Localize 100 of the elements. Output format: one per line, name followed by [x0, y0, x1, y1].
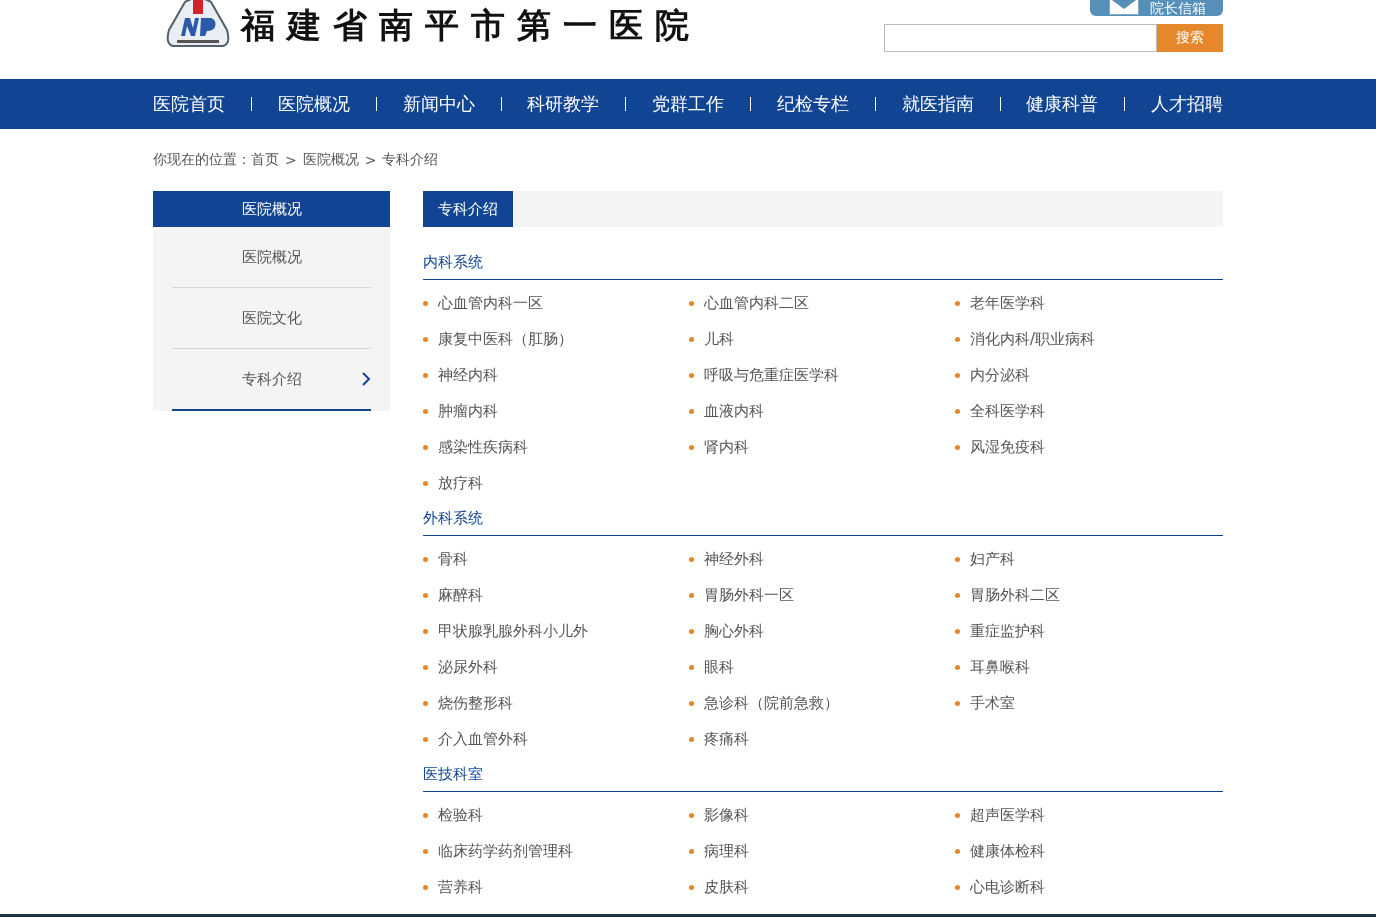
department-link[interactable]: 胃肠外科一区: [689, 577, 955, 613]
bullet-icon: [423, 736, 428, 742]
bullet-icon: [423, 664, 428, 670]
department-link[interactable]: 风湿免疫科: [955, 429, 1221, 465]
department-link[interactable]: 麻醉科: [423, 577, 689, 613]
sidebar-item[interactable]: 医院概况: [172, 227, 371, 288]
department-link[interactable]: 耳鼻喉科: [955, 649, 1221, 685]
breadcrumb-link[interactable]: 首页: [251, 151, 279, 169]
nav-link[interactable]: 新闻中心: [402, 92, 475, 116]
bullet-icon: [689, 336, 694, 342]
nav-link[interactable]: 就医指南: [901, 92, 974, 116]
department-link[interactable]: 血液内科: [689, 393, 955, 429]
department-link[interactable]: 妇产科: [955, 541, 1221, 577]
bullet-icon: [955, 444, 960, 450]
department-link[interactable]: 急诊科（院前急救）: [689, 685, 955, 721]
department-link[interactable]: 健康体检科: [955, 833, 1221, 869]
department-link[interactable]: 儿科: [689, 321, 955, 357]
sidebar-title: 医院概况: [153, 191, 390, 227]
department-link[interactable]: 肿瘤内科: [423, 393, 689, 429]
bullet-icon: [423, 700, 428, 706]
bullet-icon: [689, 556, 694, 562]
bullet-icon: [955, 700, 960, 706]
nav-link[interactable]: 科研教学: [527, 92, 600, 116]
breadcrumb-link[interactable]: 专科介绍: [382, 151, 439, 169]
department-link[interactable]: 影像科: [689, 797, 955, 833]
department-link[interactable]: 感染性疾病科: [423, 429, 689, 465]
bullet-icon: [423, 884, 428, 890]
department-link[interactable]: 胸心外科: [689, 613, 955, 649]
bullet-icon: [423, 592, 428, 598]
bullet-icon: [955, 884, 960, 890]
bullet-icon: [689, 628, 694, 634]
nav-link[interactable]: 医院概况: [277, 92, 350, 116]
department-link[interactable]: 全科医学科: [955, 393, 1221, 429]
department-link[interactable]: 肾内科: [689, 429, 955, 465]
department-link[interactable]: 心血管内科二区: [689, 285, 955, 321]
breadcrumb-link[interactable]: 医院概况: [302, 151, 359, 169]
bullet-icon: [689, 700, 694, 706]
bullet-icon: [955, 592, 960, 598]
department-link[interactable]: 神经内科: [423, 357, 689, 393]
department-link[interactable]: 放疗科: [423, 465, 689, 501]
bullet-icon: [423, 848, 428, 854]
department-link[interactable]: 病理科: [689, 833, 955, 869]
bullet-icon: [423, 480, 428, 486]
department-link[interactable]: 泌尿外科: [423, 649, 689, 685]
bullet-icon: [955, 628, 960, 634]
department-link[interactable]: 心血管内科一区: [423, 285, 689, 321]
bullet-icon: [689, 812, 694, 818]
department-link[interactable]: 疼痛科: [689, 721, 955, 757]
department-link[interactable]: 胃肠外科二区: [955, 577, 1221, 613]
nav-link[interactable]: 健康科普: [1026, 92, 1099, 116]
sidebar-item[interactable]: 专科介绍: [172, 349, 371, 411]
section-title: 内科系统: [423, 227, 1223, 280]
department-link[interactable]: 烧伤整形科: [423, 685, 689, 721]
department-link[interactable]: 神经外科: [689, 541, 955, 577]
nav-link[interactable]: 人才招聘: [1151, 92, 1223, 116]
department-link[interactable]: 介入血管外科: [423, 721, 689, 757]
site-title: 福建省南平市第一医院: [241, 4, 701, 47]
bullet-icon: [423, 300, 428, 306]
department-link[interactable]: 心电诊断科: [955, 869, 1221, 905]
bullet-icon: [689, 592, 694, 598]
bullet-icon: [955, 408, 960, 414]
bullet-icon: [689, 736, 694, 742]
bullet-icon: [689, 884, 694, 890]
department-link[interactable]: 老年医学科: [955, 285, 1221, 321]
bullet-icon: [955, 812, 960, 818]
envelope-icon: [1107, 0, 1140, 16]
department-link[interactable]: 超声医学科: [955, 797, 1221, 833]
department-link[interactable]: 康复中医科（肛肠）: [423, 321, 689, 357]
bullet-icon: [423, 812, 428, 818]
department-link[interactable]: 营养科: [423, 869, 689, 905]
bullet-icon: [689, 300, 694, 306]
content-tab[interactable]: 专科介绍: [423, 191, 513, 227]
bullet-icon: [423, 372, 428, 378]
breadcrumb-separator: >: [364, 152, 377, 168]
department-link[interactable]: 消化内科/职业病科: [955, 321, 1221, 357]
department-link[interactable]: 手术室: [955, 685, 1221, 721]
sidebar-item[interactable]: 医院文化: [172, 288, 371, 349]
bullet-icon: [423, 628, 428, 634]
bullet-icon: [423, 336, 428, 342]
nav-link[interactable]: 党群工作: [652, 92, 724, 116]
bullet-icon: [955, 556, 960, 562]
department-link[interactable]: 检验科: [423, 797, 689, 833]
department-link[interactable]: 临床药学药剂管理科: [423, 833, 689, 869]
department-link[interactable]: 重症监护科: [955, 613, 1221, 649]
bullet-icon: [689, 664, 694, 670]
nav-link[interactable]: 医院首页: [153, 92, 225, 116]
bullet-icon: [689, 372, 694, 378]
department-link[interactable]: 骨科: [423, 541, 689, 577]
department-link[interactable]: 眼科: [689, 649, 955, 685]
department-link[interactable]: 内分泌科: [955, 357, 1221, 393]
section-title: 医技科室: [423, 757, 1223, 792]
bullet-icon: [423, 444, 428, 450]
bullet-icon: [689, 444, 694, 450]
search-field[interactable]: [884, 24, 1157, 52]
department-link[interactable]: 甲状腺乳腺外科小儿外: [423, 613, 689, 649]
department-link[interactable]: 皮肤科: [689, 869, 955, 905]
department-link[interactable]: 呼吸与危重症医学科: [689, 357, 955, 393]
nav-link[interactable]: 纪检专栏: [776, 92, 849, 116]
bullet-icon: [955, 848, 960, 854]
bullet-icon: [955, 336, 960, 342]
